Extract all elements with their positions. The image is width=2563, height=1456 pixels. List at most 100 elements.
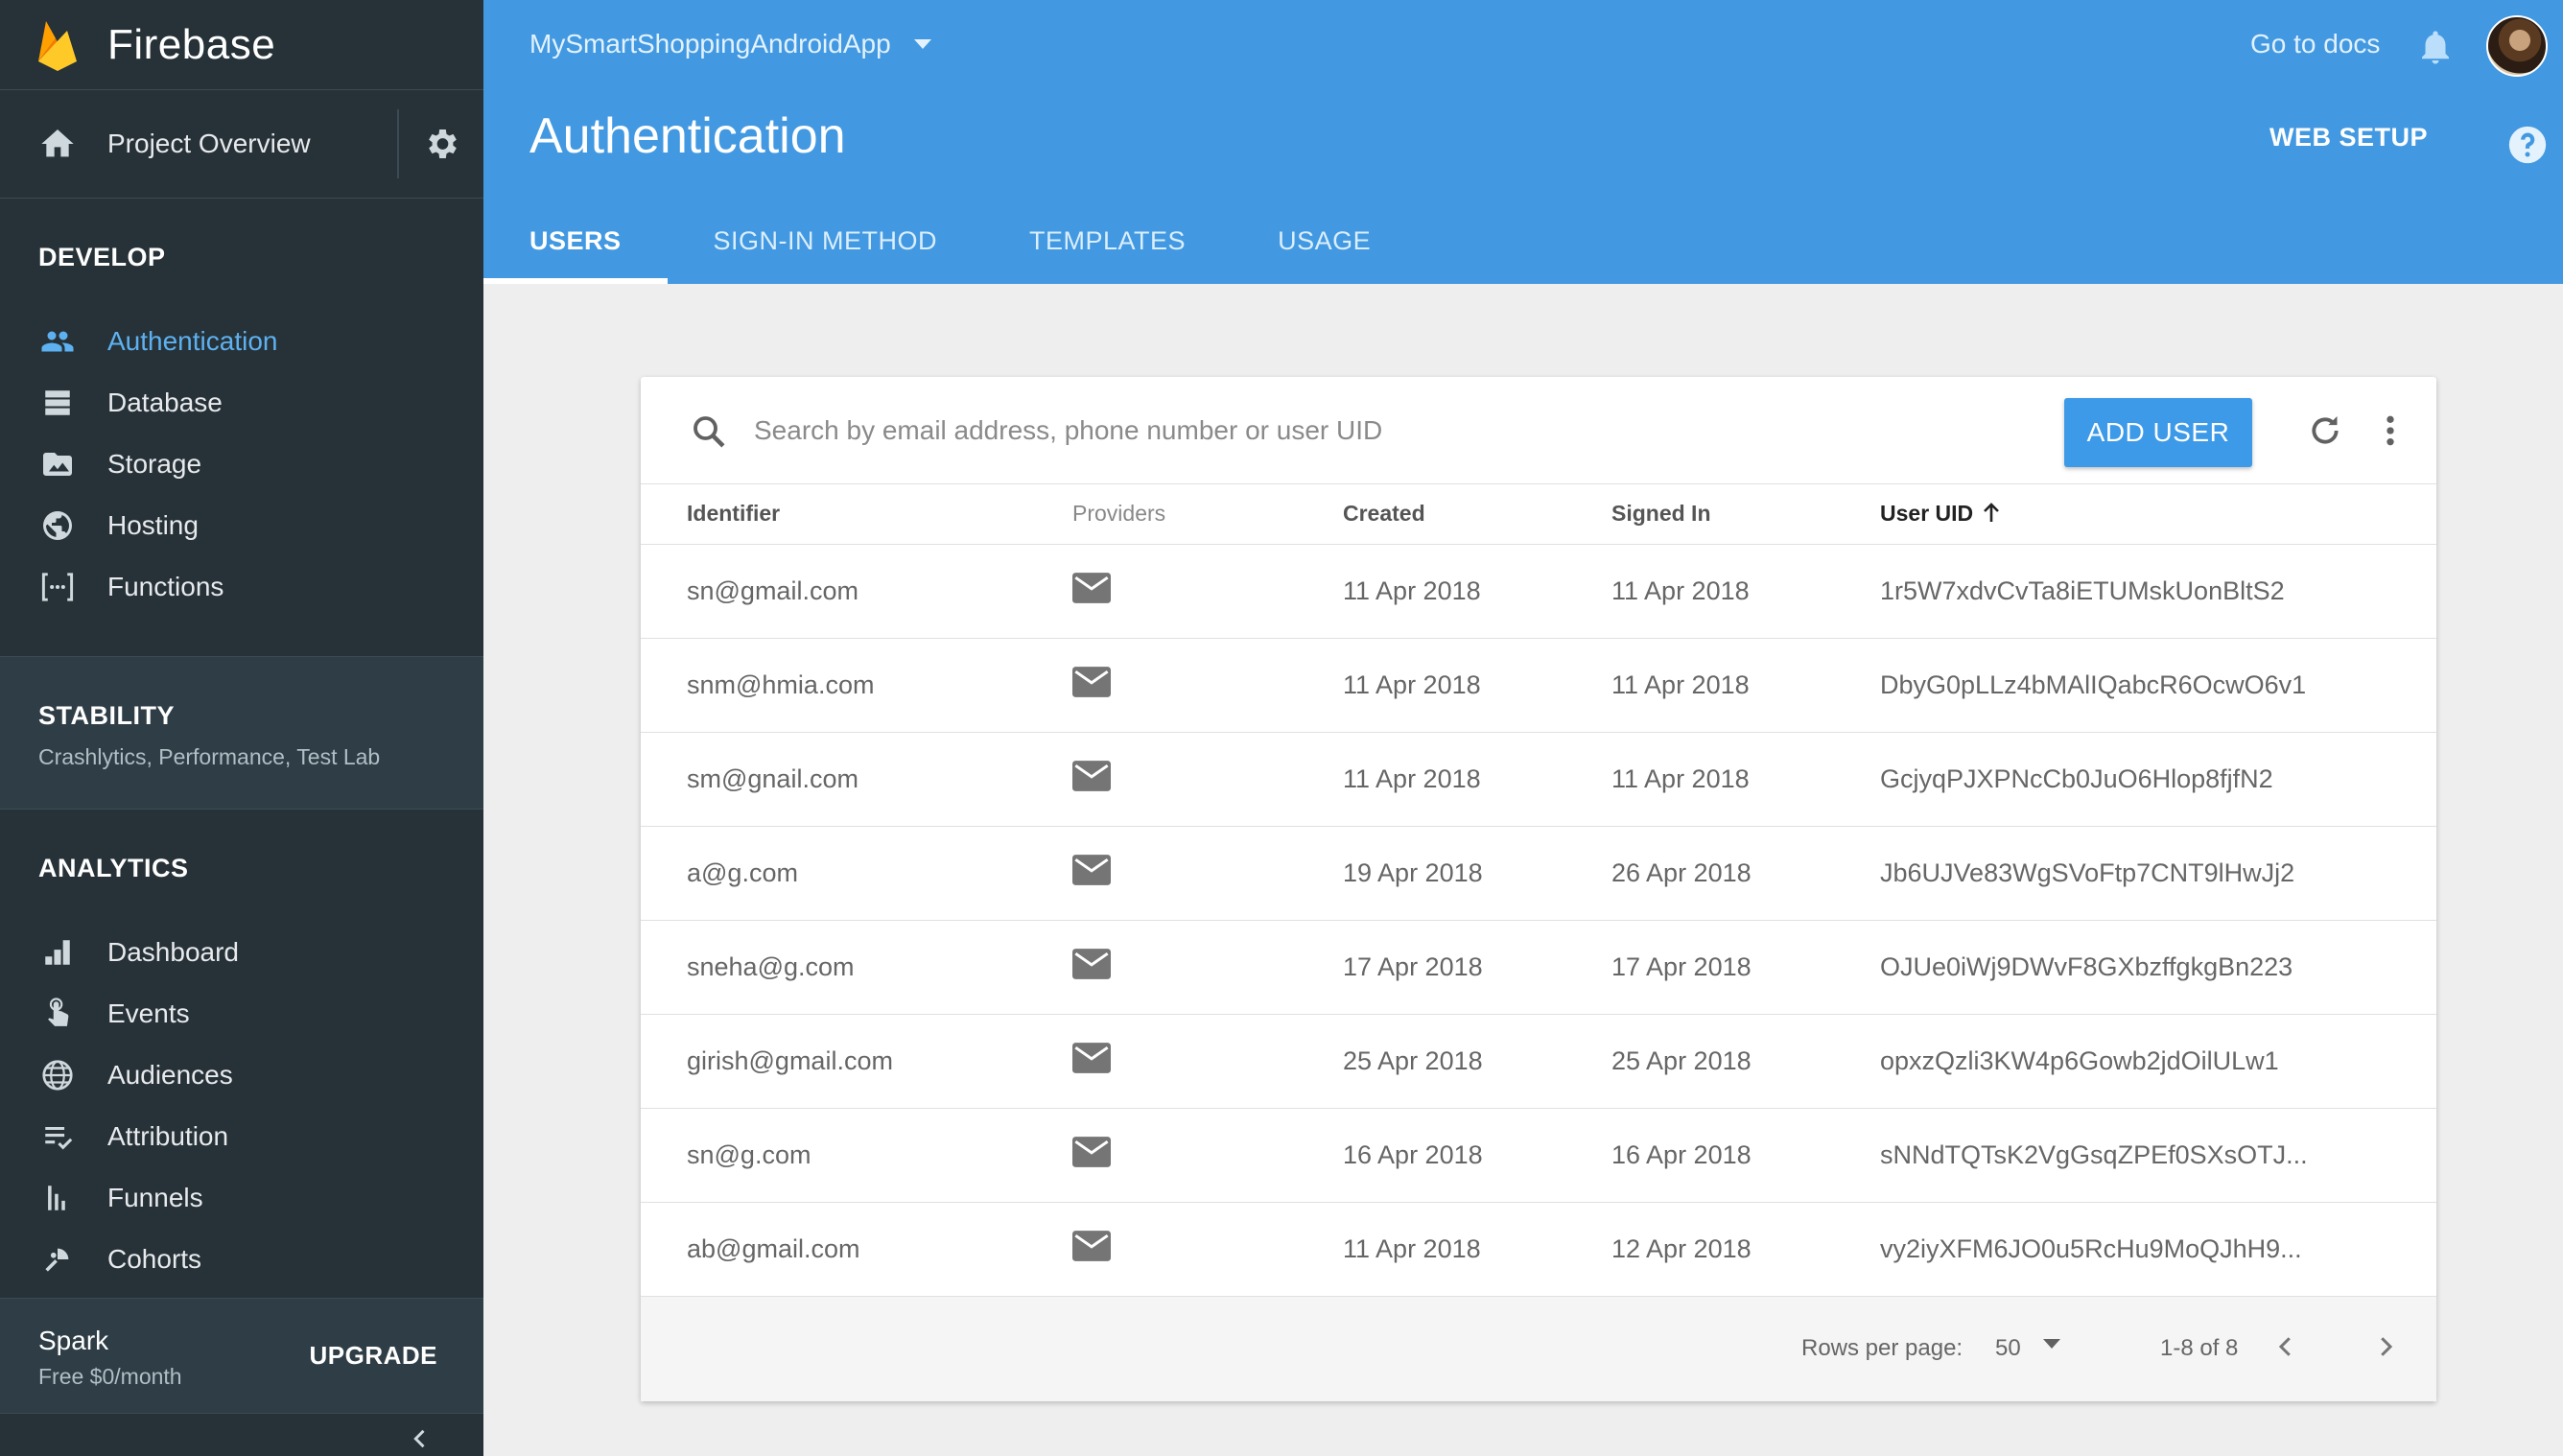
cell-signed-in: 16 Apr 2018	[1611, 1139, 1752, 1169]
web-setup-button[interactable]: WEB SETUP	[2269, 123, 2428, 153]
sidebar-item-label: Funnels	[107, 1183, 203, 1212]
sidebar-item-events[interactable]: Events	[38, 983, 483, 1045]
email-icon	[1072, 854, 1111, 885]
sidebar-item-hosting[interactable]: Hosting	[38, 495, 483, 556]
cell-created: 11 Apr 2018	[1343, 669, 1481, 699]
sidebar-item-label: Dashboard	[107, 937, 239, 967]
add-user-button[interactable]: ADD USER	[2064, 398, 2252, 467]
divider	[397, 109, 399, 178]
sidebar-item-label: Events	[107, 998, 190, 1028]
go-to-docs-link[interactable]: Go to docs	[2250, 29, 2380, 59]
column-header-signed-in[interactable]: Signed In	[1565, 484, 1834, 544]
stability-subtitle: Crashlytics, Performance, Test Lab	[38, 744, 381, 769]
project-selector[interactable]: MySmartShoppingAndroidApp	[529, 29, 933, 59]
project-overview-label: Project Overview	[107, 129, 311, 158]
dropdown-arrow-icon[interactable]	[2041, 1337, 2062, 1350]
cell-identifier: sneha@g.com	[687, 951, 855, 981]
more-vert-icon[interactable]	[2383, 411, 2398, 450]
column-header-user-uid[interactable]: User UID	[1834, 484, 2436, 544]
cell-provider	[1026, 732, 1297, 826]
cell-user-uid: 1r5W7xdvCvTa8iETUMskUonBltS2	[1880, 575, 2285, 605]
cell-created: 11 Apr 2018	[1343, 1233, 1481, 1263]
globe-grid-icon	[42, 1060, 73, 1091]
tab-users[interactable]: USERS	[483, 221, 668, 284]
email-icon	[1072, 1042, 1111, 1073]
cell-provider	[1026, 1108, 1297, 1202]
table-row[interactable]: sm@gnail.com 11 Apr 2018 11 Apr 2018 GcjyqP…	[641, 732, 2436, 826]
bell-icon[interactable]	[2415, 25, 2456, 69]
analytics-title: ANALYTICS	[38, 854, 189, 882]
rows-per-page-label: Rows per page:	[1801, 1335, 1963, 1361]
upgrade-button[interactable]: UPGRADE	[309, 1341, 437, 1371]
rows-per-page-select[interactable]: 50	[1995, 1335, 2021, 1362]
cell-provider	[1026, 1014, 1297, 1108]
sidebar-item-cohorts[interactable]: Cohorts	[38, 1229, 483, 1290]
cohorts-icon	[45, 1248, 69, 1272]
search-input[interactable]	[754, 406, 1617, 456]
column-header-providers: Providers	[1072, 501, 1166, 527]
cell-signed-in: 25 Apr 2018	[1611, 1045, 1752, 1075]
users-toolbar: ADD USER	[641, 377, 2436, 484]
chevron-right-icon[interactable]	[2371, 1329, 2400, 1364]
column-header-identifier[interactable]: Identifier	[641, 484, 1026, 544]
sidebar-item-database[interactable]: Database	[38, 372, 483, 434]
sidebar-item-label: Authentication	[107, 326, 278, 356]
table-header-row: Identifier Providers Created Signed In U…	[641, 484, 2436, 544]
table-row[interactable]: ab@gmail.com 11 Apr 2018 12 Apr 2018 vy2iyX…	[641, 1202, 2436, 1296]
cell-provider	[1026, 1202, 1297, 1296]
tab-templates[interactable]: TEMPLATES	[983, 221, 1232, 284]
project-name: MySmartShoppingAndroidApp	[529, 29, 891, 59]
tab-usage[interactable]: USAGE	[1232, 221, 1417, 284]
cell-signed-in: 11 Apr 2018	[1611, 669, 1750, 699]
table-row[interactable]: sn@g.com 16 Apr 2018 16 Apr 2018 sNNdTQTsK2…	[641, 1108, 2436, 1202]
globe-icon	[43, 511, 72, 540]
cell-created: 16 Apr 2018	[1343, 1139, 1483, 1169]
chevron-left-icon[interactable]	[2271, 1329, 2300, 1364]
help-icon[interactable]	[2505, 123, 2550, 167]
table-row[interactable]: a@g.com 19 Apr 2018 26 Apr 2018 Jb6UJVe83Wg…	[641, 826, 2436, 920]
sidebar-item-attribution[interactable]: Attribution	[38, 1106, 483, 1167]
sidebar-item-label: Database	[107, 387, 223, 417]
cell-provider	[1026, 638, 1297, 732]
refresh-icon[interactable]	[2306, 411, 2344, 450]
sidebar-item-label: Cohorts	[107, 1244, 202, 1274]
funnel-bars-icon	[48, 1186, 65, 1210]
cell-created: 11 Apr 2018	[1343, 575, 1481, 605]
pagination-bar: Rows per page: 50 1-8 of 8	[641, 1296, 2436, 1401]
sidebar: Firebase Project Overview DEVELOP Authen…	[0, 0, 483, 1456]
table-row[interactable]: sn@gmail.com 11 Apr 2018 11 Apr 2018 1r5W7x…	[641, 544, 2436, 638]
list-check-icon	[45, 1126, 73, 1150]
search-icon	[694, 416, 725, 448]
users-card: ADD USER Identifier Providers Created Si…	[641, 377, 2436, 1401]
users-table: Identifier Providers Created Signed In U…	[641, 484, 2436, 1297]
sidebar-item-authentication[interactable]: Authentication	[38, 311, 483, 372]
brand[interactable]: Firebase	[0, 0, 483, 90]
cell-identifier: girish@gmail.com	[687, 1045, 893, 1075]
sidebar-item-funnels[interactable]: Funnels	[38, 1167, 483, 1229]
home-icon	[41, 129, 74, 157]
collapse-sidebar[interactable]	[0, 1413, 483, 1456]
column-header-label: User UID	[1880, 501, 1974, 527]
gear-icon[interactable]	[422, 125, 460, 163]
tab-sign-in-method[interactable]: SIGN-IN METHOD	[668, 221, 984, 284]
sidebar-item-functions[interactable]: Functions	[38, 556, 483, 618]
cell-user-uid: OJUe0iWj9DWvF8GXbzffgkgBn223	[1880, 951, 2293, 981]
develop-title: DEVELOP	[38, 243, 166, 271]
sidebar-item-storage[interactable]: Storage	[38, 434, 483, 495]
chevron-left-icon[interactable]	[407, 1425, 434, 1452]
email-icon	[1072, 1136, 1111, 1167]
column-header-created[interactable]: Created	[1297, 484, 1565, 544]
avatar[interactable]	[2486, 15, 2548, 77]
stability-section[interactable]: STABILITY Crashlytics, Performance, Test…	[0, 656, 483, 810]
firebase-logo-icon	[38, 20, 77, 71]
cell-signed-in: 26 Apr 2018	[1611, 857, 1752, 887]
sidebar-item-audiences[interactable]: Audiences	[38, 1045, 483, 1106]
sidebar-item-label: Audiences	[107, 1060, 233, 1090]
image-folder-icon	[43, 453, 72, 476]
project-overview[interactable]: Project Overview	[0, 90, 483, 199]
table-row[interactable]: girish@gmail.com 25 Apr 2018 25 Apr 2018 op…	[641, 1014, 2436, 1108]
table-row[interactable]: sneha@g.com 17 Apr 2018 17 Apr 2018 OJUe0iW…	[641, 920, 2436, 1014]
table-row[interactable]: snm@hmia.com 11 Apr 2018 11 Apr 2018 DbyG0p…	[641, 638, 2436, 732]
sidebar-item-dashboard[interactable]: Dashboard	[38, 922, 483, 983]
email-icon	[1072, 948, 1111, 979]
